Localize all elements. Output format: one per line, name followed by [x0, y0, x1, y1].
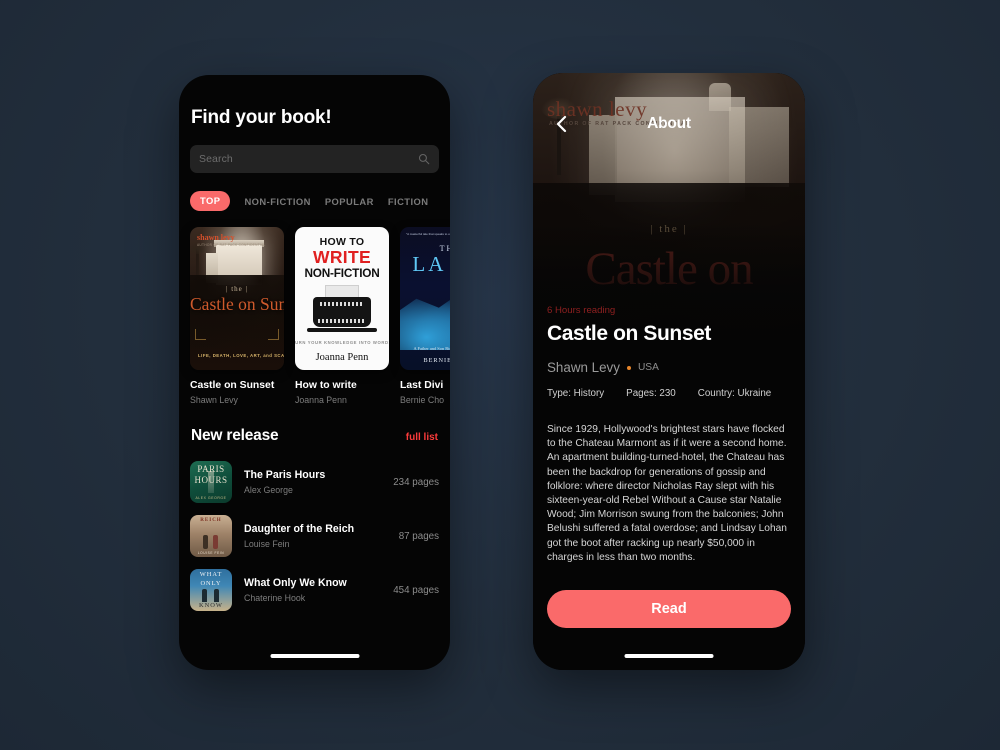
cover-title: Castle on Sunset [190, 294, 284, 314]
new-release-list: PARIS HOURS ALEX GEORGE The Paris Hours … [190, 459, 439, 613]
list-item-text: What Only We Know Chaterine Hook [232, 577, 393, 603]
book-author: Louise Fein [244, 539, 290, 549]
cover-line-3: NON-FICTION [304, 266, 380, 280]
book-thumbnail-paris-hours[interactable]: PARIS HOURS ALEX GEORGE [190, 461, 232, 503]
thumb-line-1: REICH [200, 518, 222, 523]
author-country: USA [637, 362, 659, 373]
tab-fiction[interactable]: FICTION [388, 196, 429, 207]
figure-decoration [203, 535, 208, 549]
book-author: Alex George [244, 485, 293, 495]
book-cover-how-to-write[interactable]: HOW TO WRITE NON-FICTION TURN YOUR KNOWL… [295, 227, 389, 370]
book-pages: 454 pages [393, 584, 439, 596]
tab-top[interactable]: TOP [190, 191, 231, 211]
book-title: The Paris Hours [244, 469, 326, 481]
cover-author: Joanna Penn [315, 352, 369, 363]
meta-pages: Pages: 230 [626, 388, 676, 399]
list-item-text: The Paris Hours Alex George [232, 469, 393, 495]
page-title: About [647, 115, 691, 132]
cover-the: | the | [226, 285, 248, 293]
corner-ornament [268, 329, 279, 340]
page-title: Find your book! [191, 107, 332, 128]
section-title: New release [191, 427, 279, 444]
new-release-header: New release full list [190, 427, 439, 445]
figure-decoration [213, 535, 218, 549]
cover-line-2: WRITE [313, 247, 371, 267]
home-indicator[interactable] [270, 654, 359, 658]
book-author: Joanna Penn [295, 395, 347, 405]
book-cover-last-divide[interactable]: "A masterful tale that speaks to our urb… [400, 227, 450, 370]
search-placeholder: Search [199, 153, 233, 165]
cover-author-sub: AUTHOR OF RAT PACK CONFIDENTIAL [197, 243, 266, 247]
cover-subtitle: LIFE, DEATH, LOVE, ART, and SCANDAL at H… [198, 353, 284, 358]
book-title: Castle on Sunset [547, 322, 711, 345]
search-input[interactable]: Search [190, 145, 439, 173]
full-list-link[interactable]: full list [406, 432, 438, 443]
read-button[interactable]: Read [547, 590, 791, 628]
list-item[interactable]: REICH LOUISE FEIN Daughter of the Reich … [190, 513, 439, 559]
metadata-row: Type: History Pages: 230 Country: Ukrain… [547, 388, 791, 399]
thumb-line-3: KNOW [199, 602, 223, 609]
typewriter-base [307, 328, 377, 332]
cover-title: LA DI [412, 252, 450, 276]
book-card-last-divide[interactable]: "A masterful tale that speaks to our urb… [400, 227, 450, 405]
thumb-line-2: ONLY [200, 580, 222, 587]
phone-detail: shawn levy AUTHOR OF RAT PACK CONFIDENTI… [533, 73, 805, 670]
reading-time: 6 Hours reading [547, 305, 616, 316]
author-row: Shawn Levy USA [547, 360, 791, 375]
book-pages: 87 pages [398, 530, 439, 542]
book-card-castle-on-sunset[interactable]: shawn levy AUTHOR OF RAT PACK CONFIDENTI… [190, 227, 284, 405]
thumb-line-2: HOURS [194, 475, 228, 485]
thumb-line-1: WHAT [199, 571, 223, 578]
home-indicator[interactable] [624, 654, 714, 658]
search-icon[interactable] [418, 153, 430, 165]
phone-home: Find your book! Search TOP NON-FICTION P… [179, 75, 450, 670]
book-author: Shawn Levy [190, 395, 238, 405]
separator-dot-icon [626, 365, 631, 370]
figure-decoration [214, 589, 219, 602]
home-screen: Find your book! Search TOP NON-FICTION P… [179, 75, 450, 670]
figure-decoration [202, 589, 207, 602]
book-thumbnail-what-only-we-know[interactable]: WHAT ONLY KNOW [190, 569, 232, 611]
book-title: Castle on Sunset [190, 380, 275, 391]
list-item[interactable]: PARIS HOURS ALEX GEORGE The Paris Hours … [190, 459, 439, 505]
iceberg-decoration [400, 293, 450, 350]
chevron-left-icon[interactable] [554, 114, 570, 134]
featured-carousel[interactable]: shawn levy AUTHOR OF RAT PACK CONFIDENTI… [190, 227, 450, 405]
book-title: What Only We Know [244, 577, 347, 589]
meta-country: Country: Ukraine [697, 388, 772, 399]
list-item-text: Daughter of the Reich Louise Fein [232, 523, 399, 549]
cover-author: BERNIE CHO [423, 357, 450, 364]
typewriter-icon [313, 297, 371, 327]
thumb-line-1: PARIS [197, 464, 225, 474]
detail-body: 6 Hours reading Castle on Sunset Shawn L… [533, 305, 805, 565]
thumb-line-3: LOUISE FEIN [197, 551, 225, 555]
detail-screen: shawn levy AUTHOR OF RAT PACK CONFIDENTI… [533, 73, 805, 670]
list-item[interactable]: WHAT ONLY KNOW What Only We Know Chateri… [190, 567, 439, 613]
cover-tagline: TURN YOUR KNOWLEDGE INTO WORDS [295, 340, 389, 345]
book-author: Bernie Cho [400, 395, 445, 405]
book-author: Chaterine Hook [244, 593, 306, 603]
tab-popular[interactable]: POPULAR [325, 196, 374, 207]
category-tabs[interactable]: TOP NON-FICTION POPULAR FICTION BESTS [190, 191, 439, 211]
book-pages: 234 pages [393, 476, 439, 488]
detail-header: About [533, 111, 805, 137]
book-title: Daughter of the Reich [244, 523, 355, 535]
thumb-line-3: ALEX GEORGE [195, 496, 227, 500]
book-card-how-to-write[interactable]: HOW TO WRITE NON-FICTION TURN YOUR KNOWL… [295, 227, 389, 405]
book-thumbnail-daughter-of-the-reich[interactable]: REICH LOUISE FEIN [190, 515, 232, 557]
book-description: Since 1929, Hollywood's brightest stars … [547, 424, 787, 563]
book-author[interactable]: Shawn Levy [547, 360, 620, 375]
corner-ornament [195, 329, 206, 340]
cover-subtitle: A Father and Son Ride Into the Ocean [413, 346, 450, 351]
book-cover-castle-on-sunset[interactable]: shawn levy AUTHOR OF RAT PACK CONFIDENTI… [190, 227, 284, 370]
tab-non-fiction[interactable]: NON-FICTION [244, 196, 310, 207]
book-title: How to write [295, 380, 357, 391]
book-title: Last Divi [400, 380, 444, 391]
cover-author: shawn levy [197, 233, 235, 242]
meta-type: Type: History [547, 388, 605, 399]
cover-blurb: "A masterful tale that speaks to our urb… [406, 232, 450, 236]
